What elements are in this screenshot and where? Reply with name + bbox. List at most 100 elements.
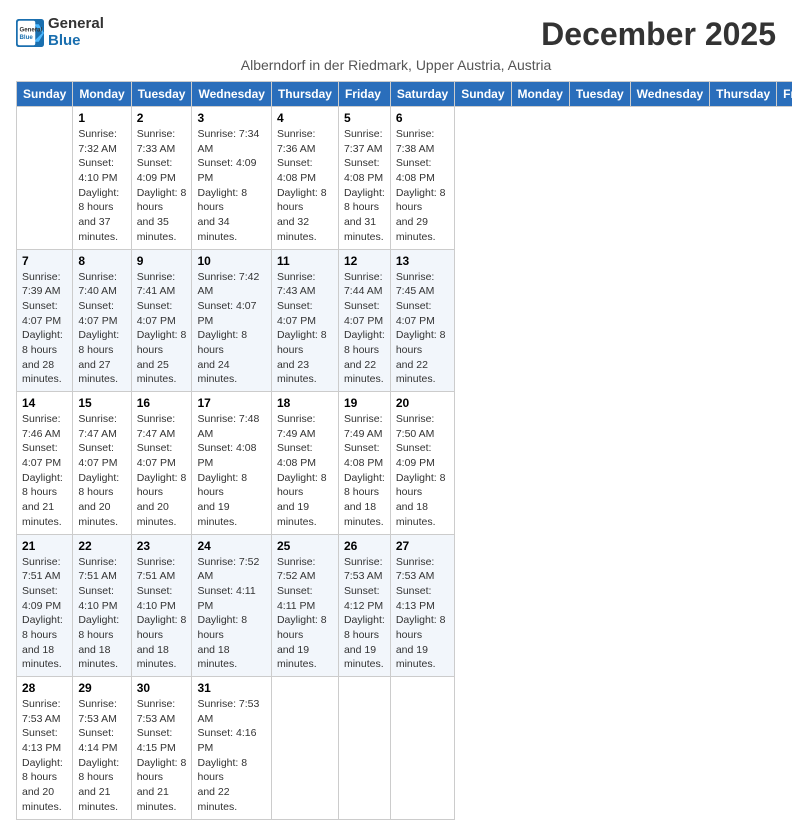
weekday-header: Thursday — [710, 82, 777, 107]
day-number: 5 — [344, 111, 385, 125]
day-number: 3 — [197, 111, 265, 125]
calendar-header-row: SundayMondayTuesdayWednesdayThursdayFrid… — [17, 82, 792, 107]
day-number: 22 — [78, 539, 125, 553]
day-info: Sunrise: 7:51 AM Sunset: 4:10 PM Dayligh… — [137, 555, 187, 673]
calendar-cell: 12 Sunrise: 7:44 AM Sunset: 4:07 PM Dayli… — [338, 249, 390, 392]
calendar-cell: 6 Sunrise: 7:38 AM Sunset: 4:08 PM Daylig… — [390, 107, 454, 250]
calendar-cell: 19Sunrise: 7:49 AM Sunset: 4:08 PM Dayli… — [338, 392, 390, 535]
day-info: Sunrise: 7:47 AM Sunset: 4:07 PM Dayligh… — [137, 412, 187, 530]
day-number: 28 — [22, 681, 67, 695]
day-number: 15 — [78, 396, 125, 410]
day-info: Sunrise: 7:40 AM Sunset: 4:07 PM Dayligh… — [78, 270, 125, 388]
calendar-week-row: 14Sunrise: 7:46 AM Sunset: 4:07 PM Dayli… — [17, 392, 792, 535]
calendar-cell: 26 Sunrise: 7:53 AM Sunset: 4:12 PM Dayli… — [338, 534, 390, 677]
weekday-header: Sunday — [17, 82, 73, 107]
day-info: Sunrise: 7:36 AM Sunset: 4:08 PM Dayligh… — [277, 127, 333, 245]
day-number: 20 — [396, 396, 449, 410]
calendar-week-row: 1Sunrise: 7:32 AM Sunset: 4:10 PM Daylig… — [17, 107, 792, 250]
day-info: Sunrise: 7:53 AM Sunset: 4:13 PM Dayligh… — [396, 555, 449, 673]
day-info: Sunrise: 7:41 AM Sunset: 4:07 PM Dayligh… — [137, 270, 187, 388]
month-title: December 2025 — [541, 16, 776, 53]
calendar-cell — [338, 677, 390, 820]
calendar-cell: 17Sunrise: 7:48 AM Sunset: 4:08 PM Dayli… — [192, 392, 271, 535]
calendar-cell: 24Sunrise: 7:52 AM Sunset: 4:11 PM Dayli… — [192, 534, 271, 677]
weekday-header: Friday — [338, 82, 390, 107]
day-info: Sunrise: 7:50 AM Sunset: 4:09 PM Dayligh… — [396, 412, 449, 530]
calendar-cell: 30Sunrise: 7:53 AM Sunset: 4:15 PM Dayli… — [131, 677, 192, 820]
weekday-header: Sunday — [455, 82, 511, 107]
calendar-cell: 22 Sunrise: 7:51 AM Sunset: 4:10 PM Dayli… — [73, 534, 131, 677]
calendar-week-row: 28Sunrise: 7:53 AM Sunset: 4:13 PM Dayli… — [17, 677, 792, 820]
day-info: Sunrise: 7:39 AM Sunset: 4:07 PM Dayligh… — [22, 270, 67, 388]
weekday-header: Monday — [511, 82, 569, 107]
day-number: 19 — [344, 396, 385, 410]
day-info: Sunrise: 7:51 AM Sunset: 4:10 PM Dayligh… — [78, 555, 125, 673]
day-info: Sunrise: 7:45 AM Sunset: 4:07 PM Dayligh… — [396, 270, 449, 388]
calendar-week-row: 21 Sunrise: 7:51 AM Sunset: 4:09 PM Dayli… — [17, 534, 792, 677]
day-number: 6 — [396, 111, 449, 125]
day-info: Sunrise: 7:42 AM Sunset: 4:07 PM Dayligh… — [197, 270, 265, 388]
weekday-header: Thursday — [271, 82, 338, 107]
day-info: Sunrise: 7:34 AM Sunset: 4:09 PM Dayligh… — [197, 127, 265, 245]
location-title: Alberndorf in der Riedmark, Upper Austri… — [16, 57, 776, 73]
day-number: 26 — [344, 539, 385, 553]
calendar-cell — [390, 677, 454, 820]
weekday-header: Tuesday — [569, 82, 630, 107]
calendar-cell: 16 Sunrise: 7:47 AM Sunset: 4:07 PM Dayli… — [131, 392, 192, 535]
calendar-cell: 13Sunrise: 7:45 AM Sunset: 4:07 PM Dayli… — [390, 249, 454, 392]
calendar-cell: 31 Sunrise: 7:53 AM Sunset: 4:16 PM Dayli… — [192, 677, 271, 820]
calendar-week-row: 7 Sunrise: 7:39 AM Sunset: 4:07 PM Daylig… — [17, 249, 792, 392]
weekday-header: Tuesday — [131, 82, 192, 107]
day-info: Sunrise: 7:53 AM Sunset: 4:12 PM Dayligh… — [344, 555, 385, 673]
day-number: 21 — [22, 539, 67, 553]
day-info: Sunrise: 7:53 AM Sunset: 4:15 PM Dayligh… — [137, 697, 187, 815]
header: General Blue General Blue December 2025 — [16, 16, 776, 53]
day-number: 12 — [344, 254, 385, 268]
day-number: 11 — [277, 254, 333, 268]
day-info: Sunrise: 7:37 AM Sunset: 4:08 PM Dayligh… — [344, 127, 385, 245]
calendar-cell — [271, 677, 338, 820]
day-number: 10 — [197, 254, 265, 268]
calendar-cell: 23 Sunrise: 7:51 AM Sunset: 4:10 PM Dayli… — [131, 534, 192, 677]
calendar-cell — [17, 107, 73, 250]
calendar-cell: 1Sunrise: 7:32 AM Sunset: 4:10 PM Daylig… — [73, 107, 131, 250]
day-number: 7 — [22, 254, 67, 268]
day-number: 23 — [137, 539, 187, 553]
day-number: 17 — [197, 396, 265, 410]
calendar-cell: 9 Sunrise: 7:41 AM Sunset: 4:07 PM Daylig… — [131, 249, 192, 392]
day-info: Sunrise: 7:44 AM Sunset: 4:07 PM Dayligh… — [344, 270, 385, 388]
logo-blue: Blue — [48, 33, 104, 50]
calendar-cell: 11 Sunrise: 7:43 AM Sunset: 4:07 PM Dayli… — [271, 249, 338, 392]
day-info: Sunrise: 7:53 AM Sunset: 4:16 PM Dayligh… — [197, 697, 265, 815]
calendar-cell: 18 Sunrise: 7:49 AM Sunset: 4:08 PM Dayli… — [271, 392, 338, 535]
day-info: Sunrise: 7:49 AM Sunset: 4:08 PM Dayligh… — [277, 412, 333, 530]
calendar-cell: 28Sunrise: 7:53 AM Sunset: 4:13 PM Dayli… — [17, 677, 73, 820]
calendar-cell: 3 Sunrise: 7:34 AM Sunset: 4:09 PM Daylig… — [192, 107, 271, 250]
weekday-header: Wednesday — [630, 82, 709, 107]
calendar-cell: 7 Sunrise: 7:39 AM Sunset: 4:07 PM Daylig… — [17, 249, 73, 392]
day-info: Sunrise: 7:33 AM Sunset: 4:09 PM Dayligh… — [137, 127, 187, 245]
calendar-cell: 25 Sunrise: 7:52 AM Sunset: 4:11 PM Dayli… — [271, 534, 338, 677]
day-info: Sunrise: 7:51 AM Sunset: 4:09 PM Dayligh… — [22, 555, 67, 673]
day-info: Sunrise: 7:52 AM Sunset: 4:11 PM Dayligh… — [277, 555, 333, 673]
weekday-header: Wednesday — [192, 82, 271, 107]
day-info: Sunrise: 7:32 AM Sunset: 4:10 PM Dayligh… — [78, 127, 125, 245]
day-number: 25 — [277, 539, 333, 553]
day-info: Sunrise: 7:38 AM Sunset: 4:08 PM Dayligh… — [396, 127, 449, 245]
logo: General Blue General Blue — [16, 16, 104, 49]
calendar-cell: 20 Sunrise: 7:50 AM Sunset: 4:09 PM Dayli… — [390, 392, 454, 535]
day-number: 31 — [197, 681, 265, 695]
calendar-table: SundayMondayTuesdayWednesdayThursdayFrid… — [16, 81, 792, 820]
weekday-header: Saturday — [390, 82, 454, 107]
day-number: 18 — [277, 396, 333, 410]
svg-text:General: General — [20, 26, 43, 33]
day-info: Sunrise: 7:43 AM Sunset: 4:07 PM Dayligh… — [277, 270, 333, 388]
day-info: Sunrise: 7:47 AM Sunset: 4:07 PM Dayligh… — [78, 412, 125, 530]
svg-text:Blue: Blue — [20, 34, 34, 41]
day-number: 9 — [137, 254, 187, 268]
day-info: Sunrise: 7:46 AM Sunset: 4:07 PM Dayligh… — [22, 412, 67, 530]
weekday-header: Friday — [777, 82, 792, 107]
day-number: 24 — [197, 539, 265, 553]
day-number: 16 — [137, 396, 187, 410]
calendar-cell: 2Sunrise: 7:33 AM Sunset: 4:09 PM Daylig… — [131, 107, 192, 250]
